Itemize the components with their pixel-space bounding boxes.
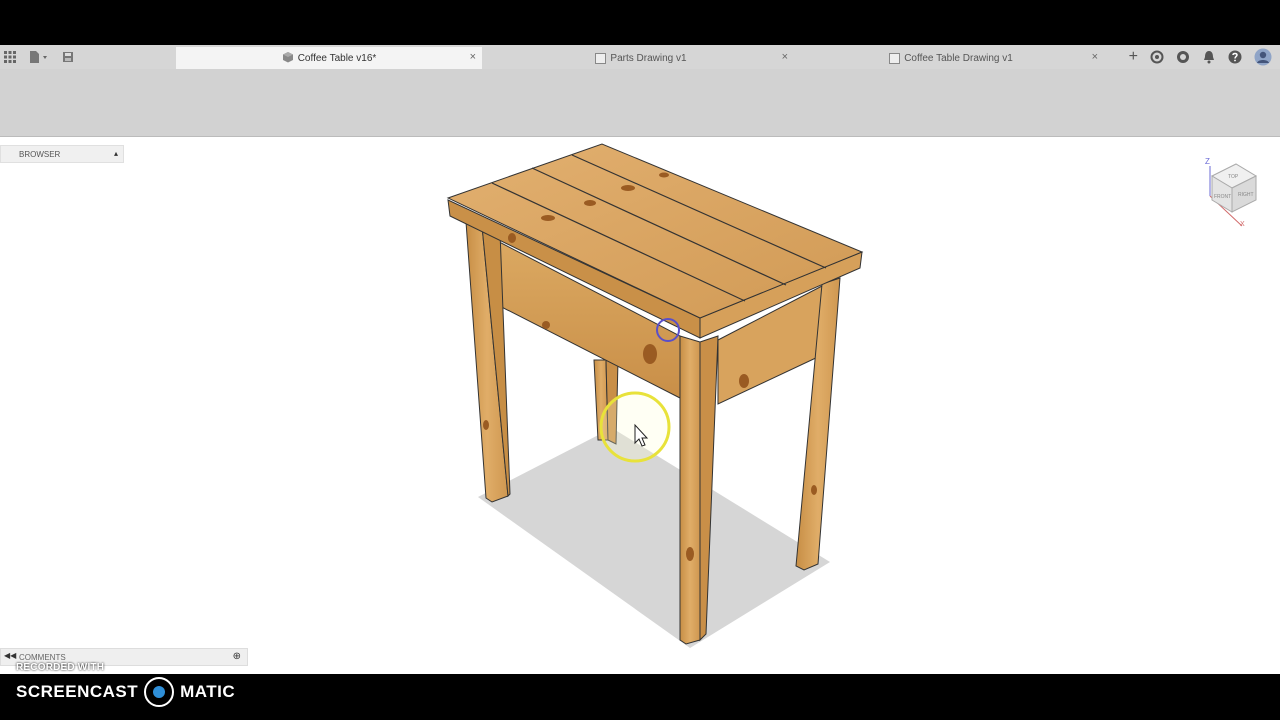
comments-label: COMMENTS — [19, 652, 66, 662]
wood-knot — [541, 215, 555, 221]
wood-knot — [739, 374, 749, 388]
wood-knot — [659, 172, 669, 178]
wood-knot — [542, 321, 550, 329]
wood-knot — [483, 420, 489, 430]
watermark-brand-right: MATIC — [180, 682, 236, 701]
browser-panel[interactable]: BROWSER ▴ — [0, 145, 124, 163]
wood-knot — [643, 344, 657, 364]
expand-collapse-icon[interactable]: ▴ — [114, 149, 118, 158]
viewcube-top-label[interactable]: TOP — [1228, 174, 1239, 180]
coffee-table-model[interactable] — [0, 0, 1280, 720]
record-button-icon — [144, 677, 175, 707]
wood-knot — [811, 485, 817, 495]
x-axis-label: X — [1240, 221, 1245, 228]
browser-label: BROWSER — [19, 149, 61, 159]
collapse-arrow-icon[interactable]: ◀◀ — [4, 651, 16, 660]
wood-knot — [584, 200, 596, 206]
wood-knot — [621, 185, 635, 191]
z-axis-label: Z — [1205, 157, 1210, 166]
wood-knot — [508, 233, 516, 243]
viewcube-graphic[interactable]: Z X TOP FRONT RIGHT — [1204, 156, 1260, 228]
viewcube-front-label[interactable]: FRONT — [1214, 194, 1231, 200]
screencast-o-matic-logo: SCREENCAST MATIC — [16, 677, 236, 707]
add-comment-icon[interactable]: ⊕ — [233, 651, 241, 662]
floor-shadow — [478, 428, 830, 648]
screen: Coffee Table v16* × Parts Drawing v1 × C… — [0, 0, 1280, 720]
wood-knot — [686, 547, 694, 561]
watermark-recorded-with: RECORDED WITH — [16, 662, 105, 673]
table-leg-front-corner — [679, 335, 701, 645]
viewcube-right-label[interactable]: RIGHT — [1238, 192, 1254, 198]
watermark-brand-left: SCREENCAST — [16, 682, 139, 701]
viewcube[interactable]: Z X TOP FRONT RIGHT — [1204, 156, 1260, 228]
